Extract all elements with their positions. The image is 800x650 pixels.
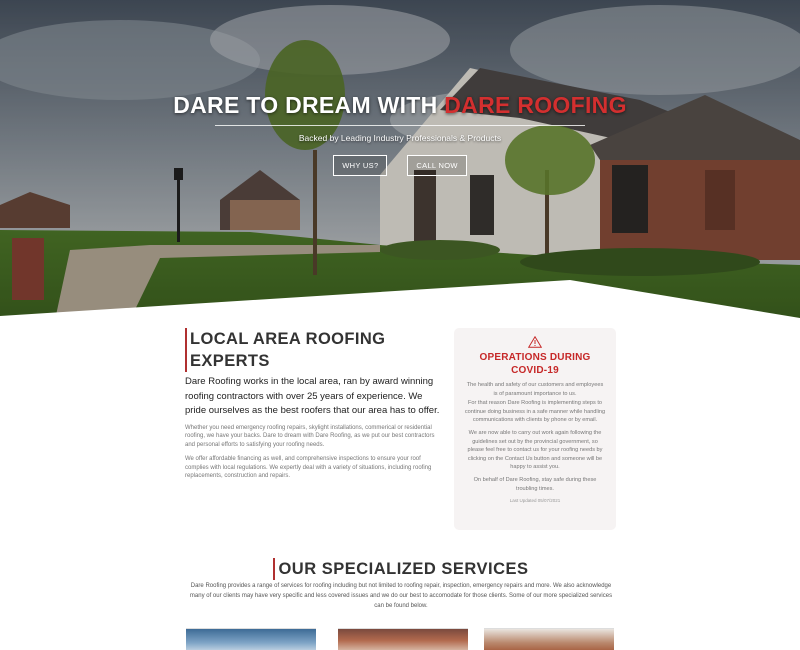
hero-title: DARE TO DREAM WITH DARE ROOFING (0, 92, 800, 119)
about-heading: LOCAL AREA ROOFING EXPERTS (185, 328, 440, 372)
covid-paragraph: On behalf of Dare Roofing, stay safe dur… (473, 476, 597, 492)
hero-subtitle: Backed by Leading Industry Professionals… (298, 133, 502, 143)
covid-title: OPERATIONS DURING COVID-19 (479, 352, 591, 376)
about-paragraph: We offer affordable financing as well, a… (185, 455, 432, 480)
service-card-image[interactable] (484, 628, 614, 650)
covid-paragraph: The health and safety of our customers a… (466, 382, 604, 397)
service-card-image[interactable] (186, 628, 316, 650)
services-description: Dare Roofing provides a range of service… (189, 583, 613, 609)
about-lead-text: Dare Roofing works in the local area, ra… (185, 376, 440, 416)
about-section: LOCAL AREA ROOFING EXPERTS Dare Roofing … (185, 328, 440, 481)
why-us-button[interactable]: WHY US? (333, 155, 388, 176)
hero-content: DARE TO DREAM WITH DARE ROOFING Backed b… (0, 92, 800, 176)
service-card-image[interactable] (338, 628, 468, 650)
services-heading: OUR SPECIALIZED SERVICES (273, 558, 528, 580)
covid-paragraph: For that reason Dare Roofing is implemen… (464, 400, 606, 424)
call-now-button[interactable]: CALL NOW (407, 155, 467, 176)
covid-paragraph: We are now able to carry out work again … (467, 429, 603, 471)
covid-notice-card: OPERATIONS DURING COVID-19 The health an… (454, 328, 616, 530)
hero-divider (215, 125, 585, 126)
hero-title-accent: DARE ROOFING (444, 92, 627, 118)
about-paragraph: Whether you need emergency roofing repai… (185, 424, 435, 449)
hero-banner: DARE TO DREAM WITH DARE ROOFING Backed b… (0, 0, 800, 320)
warning-triangle-icon (528, 336, 542, 348)
covid-last-updated: Last Updated 05/07/2021 (509, 498, 561, 504)
hero-buttons: WHY US? CALL NOW (0, 155, 800, 176)
service-cards (186, 628, 616, 650)
services-section: OUR SPECIALIZED SERVICES Dare Roofing pr… (185, 558, 617, 611)
hero-title-main: DARE TO DREAM WITH (173, 92, 445, 118)
